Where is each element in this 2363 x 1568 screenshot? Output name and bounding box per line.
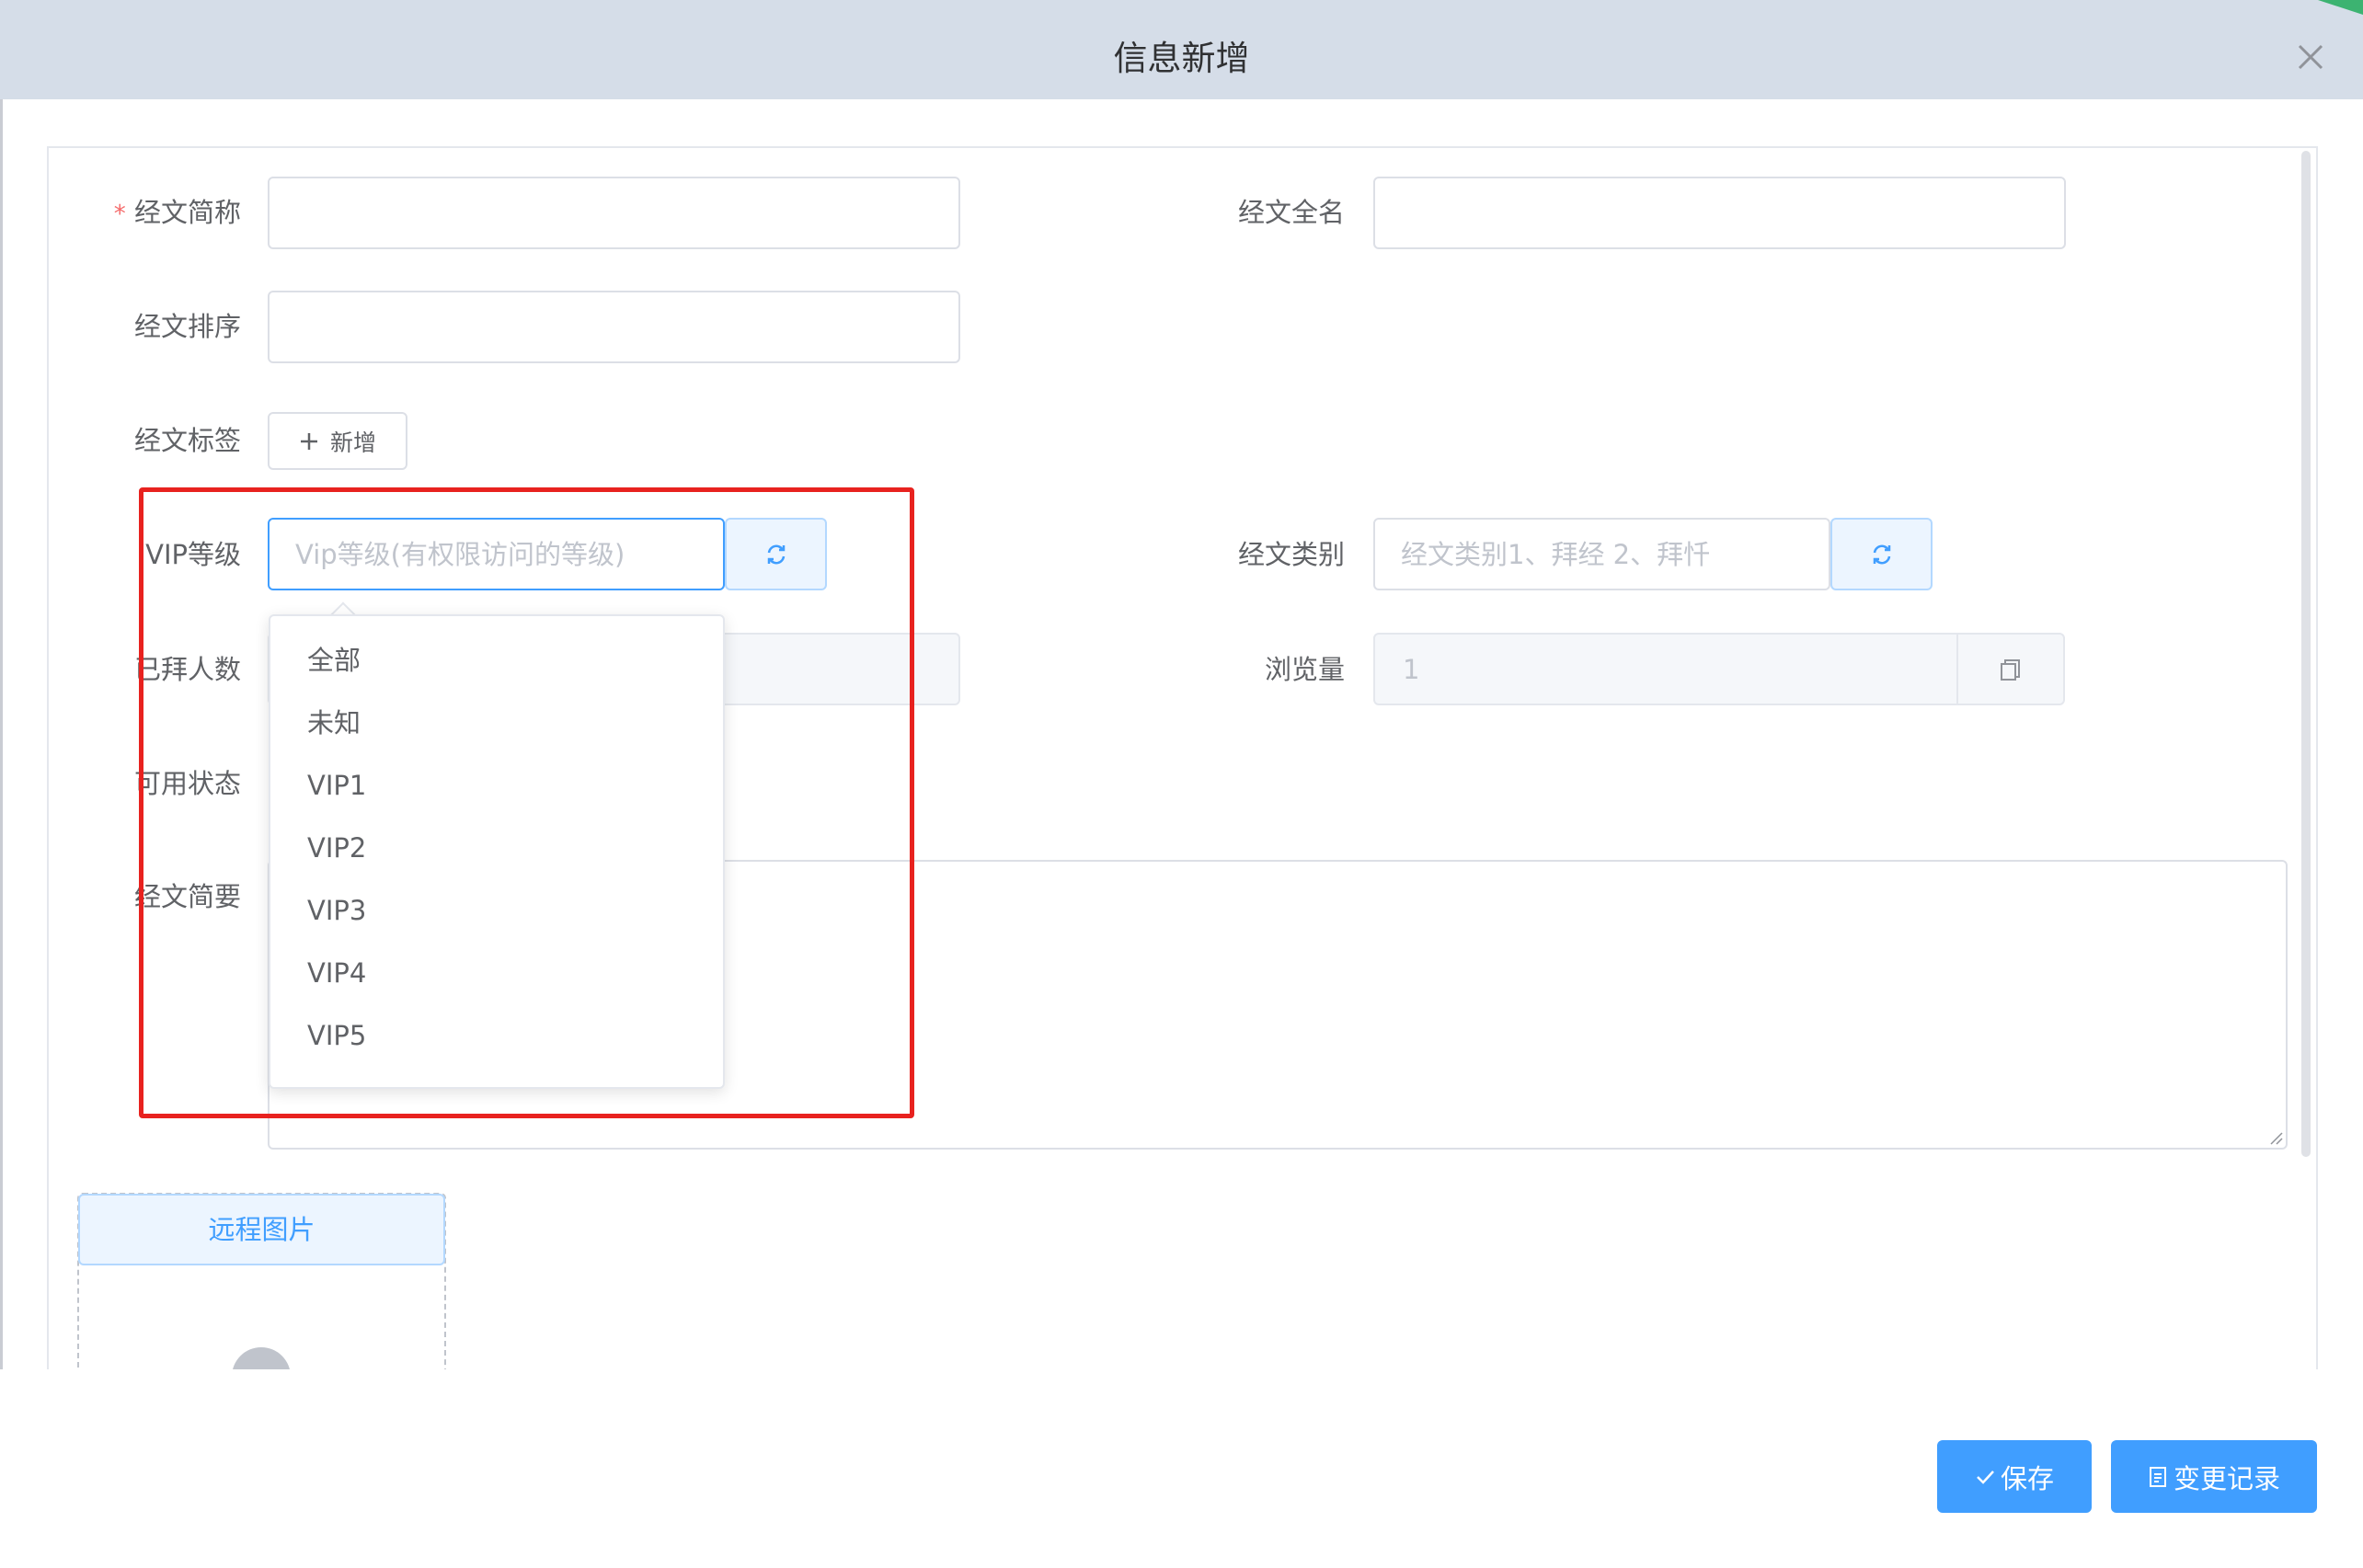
- add-tag-button[interactable]: 新增: [268, 412, 407, 470]
- views-input[interactable]: 1: [1373, 633, 2065, 705]
- resize-handle-icon[interactable]: [2267, 1129, 2284, 1146]
- category-select[interactable]: 经文类别1、拜经 2、拜忏: [1373, 518, 1830, 590]
- dialog-title: 信息新增: [1113, 39, 1250, 78]
- highlight-box: [139, 487, 914, 1118]
- tags-label: 经文标签: [133, 425, 241, 456]
- document-icon: [2149, 1466, 2166, 1487]
- copy-icon[interactable]: [1956, 635, 2063, 704]
- remote-image-button[interactable]: 远程图片: [78, 1194, 445, 1265]
- views-label: 浏览量: [1264, 654, 1345, 685]
- category-label: 经文类别: [1237, 539, 1345, 570]
- window-edge: [0, 99, 3, 1568]
- order-input[interactable]: [268, 291, 960, 363]
- short-name-input[interactable]: [268, 177, 960, 249]
- category-refresh-button[interactable]: [1830, 518, 1933, 590]
- full-name-label: 经文全名: [1237, 197, 1345, 228]
- full-name-input[interactable]: [1373, 177, 2066, 249]
- change-history-button[interactable]: 变更记录: [2111, 1440, 2317, 1513]
- corner-accent-icon: [2318, 0, 2363, 15]
- check-icon: [1977, 1470, 1994, 1484]
- save-button[interactable]: 保存: [1937, 1440, 2092, 1513]
- plus-icon: [300, 432, 317, 450]
- order-label: 经文排序: [133, 311, 241, 342]
- close-icon[interactable]: [2290, 37, 2331, 77]
- short-name-label: * 经文简称: [113, 197, 241, 228]
- vertical-scrollbar[interactable]: [2301, 151, 2311, 1157]
- required-mark: *: [113, 200, 126, 228]
- refresh-icon: [1873, 544, 1890, 564]
